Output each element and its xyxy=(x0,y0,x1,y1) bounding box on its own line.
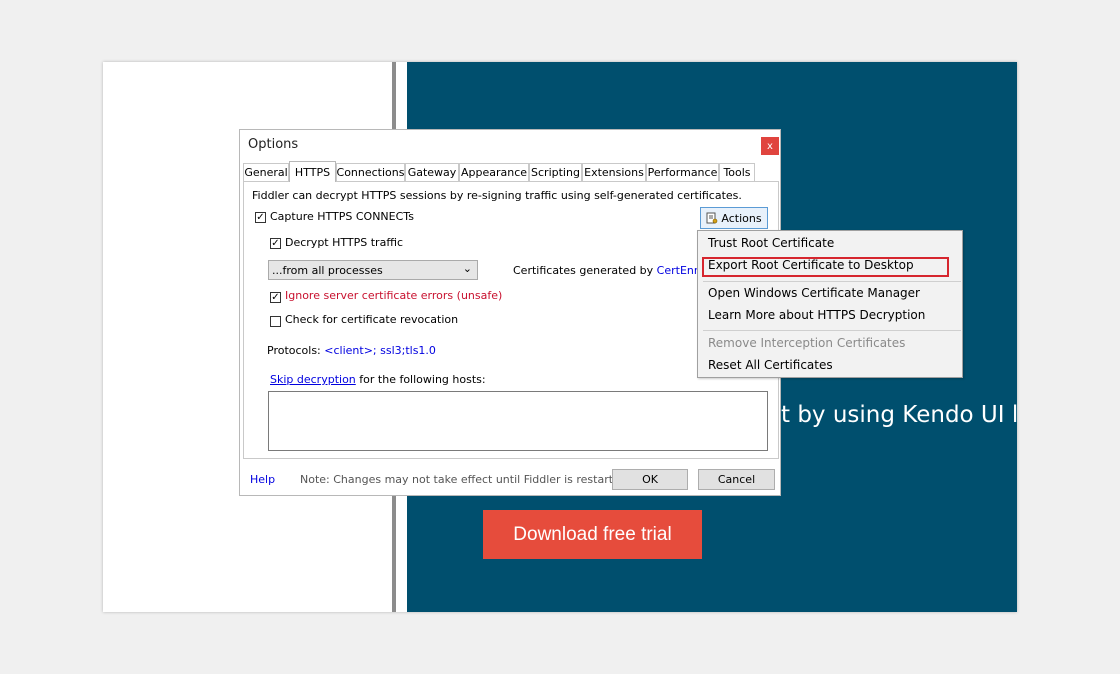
tab-https[interactable]: HTTPS xyxy=(289,161,336,182)
tab-extensions[interactable]: Extensions xyxy=(582,163,646,181)
checkmark-icon: ✓ xyxy=(271,237,280,249)
dialog-title: Options xyxy=(248,137,299,152)
https-description: Fiddler can decrypt HTTPS sessions by re… xyxy=(252,189,742,202)
tab-gateway[interactable]: Gateway xyxy=(405,163,459,181)
actions-label: Actions xyxy=(721,211,762,225)
help-link[interactable]: Help xyxy=(250,473,275,486)
chevron-down-icon: ⌄ xyxy=(462,262,472,275)
cancel-button[interactable]: Cancel xyxy=(698,469,775,490)
help-label: Help xyxy=(250,473,276,486)
ok-button[interactable]: OK xyxy=(612,469,688,490)
capture-https-label: Capture HTTPS CONNECTs xyxy=(270,210,414,223)
cert-generated-text: Certificates generated by CertEnroll e xyxy=(513,264,721,277)
protocols-link[interactable]: <client>; ssl3;tls1.0 xyxy=(324,344,436,357)
process-filter-select[interactable]: ...from all processes ⌄ xyxy=(268,260,478,280)
process-filter-value: ...from all processes xyxy=(272,263,383,277)
menu-item-open-cert-manager[interactable]: Open Windows Certificate Manager xyxy=(708,286,920,300)
close-icon: x xyxy=(767,140,773,152)
ignore-errors-checkbox[interactable]: ✓ xyxy=(270,292,281,303)
tab-tools[interactable]: Tools xyxy=(719,163,755,181)
tab-performance[interactable]: Performance xyxy=(646,163,719,181)
tab-connections[interactable]: Connections xyxy=(336,163,405,181)
menu-item-trust-root[interactable]: Trust Root Certificate xyxy=(708,236,834,250)
menu-item-learn-more[interactable]: Learn More about HTTPS Decryption xyxy=(708,308,925,322)
protocols-label: Protocols: xyxy=(267,344,321,357)
skip-decryption-row: Skip decryption for the following hosts: xyxy=(270,373,486,386)
cert-generated-prefix: Certificates generated by xyxy=(513,264,654,277)
skip-decryption-link[interactable]: Skip decryption xyxy=(270,373,356,386)
certificate-icon xyxy=(706,212,718,224)
revocation-label: Check for certificate revocation xyxy=(285,313,459,326)
protocols-row: Protocols: <client>; ssl3;tls1.0 xyxy=(267,344,436,357)
decrypt-https-label: Decrypt HTTPS traffic xyxy=(285,236,403,249)
tab-general[interactable]: General xyxy=(243,163,289,181)
menu-separator xyxy=(703,281,961,282)
capture-https-checkbox[interactable]: ✓ xyxy=(255,212,266,223)
restart-note: Note: Changes may not take effect until … xyxy=(300,473,631,486)
hero-text: t by using Kendo UI l xyxy=(781,402,1017,428)
tab-strip: General HTTPS Connections Gateway Appear… xyxy=(243,161,779,182)
skip-hosts-textarea[interactable] xyxy=(268,391,768,451)
tab-appearance[interactable]: Appearance xyxy=(459,163,529,181)
close-button[interactable]: x xyxy=(761,137,779,155)
menu-item-remove-interception: Remove Interception Certificates xyxy=(708,336,906,350)
ignore-errors-label: Ignore server certificate errors (unsafe… xyxy=(285,289,503,302)
skip-decryption-suffix: for the following hosts: xyxy=(359,373,486,386)
decrypt-https-checkbox[interactable]: ✓ xyxy=(270,238,281,249)
menu-item-export-root[interactable]: Export Root Certificate to Desktop xyxy=(708,258,914,272)
checkmark-icon: ✓ xyxy=(271,291,280,303)
menu-item-reset-all[interactable]: Reset All Certificates xyxy=(708,358,833,372)
actions-menu: Trust Root Certificate Export Root Certi… xyxy=(697,230,963,378)
revocation-checkbox[interactable] xyxy=(270,316,281,327)
actions-button[interactable]: Actions xyxy=(700,207,768,229)
checkmark-icon: ✓ xyxy=(256,211,265,223)
menu-separator xyxy=(703,330,961,331)
download-free-trial-button[interactable]: Download free trial xyxy=(483,510,702,559)
tab-scripting[interactable]: Scripting xyxy=(529,163,582,181)
